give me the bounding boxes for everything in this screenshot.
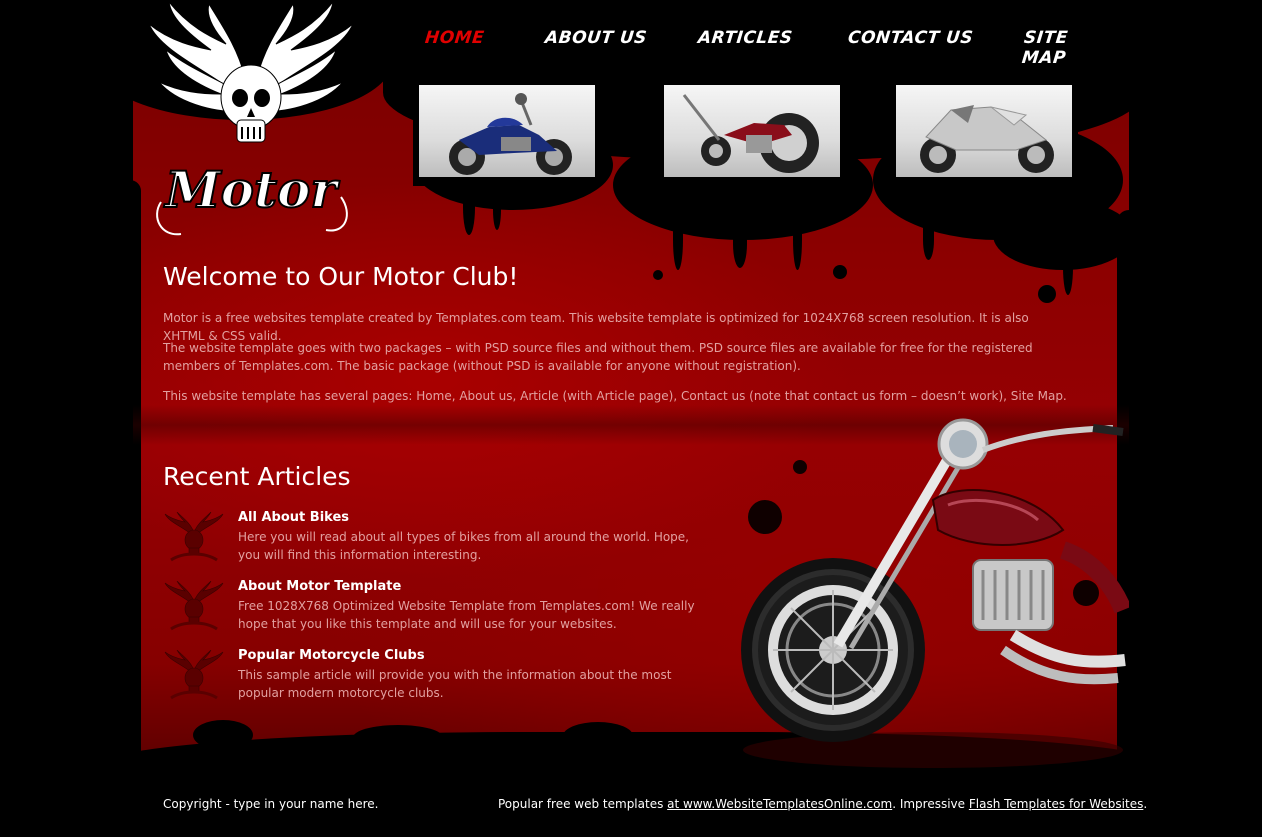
footer-flash-templates-link[interactable]: Flash Templates for Websites bbox=[969, 797, 1144, 811]
article-item: Popular Motorcycle Clubs This sample art… bbox=[163, 648, 703, 710]
welcome-paragraph: This website template has several pages:… bbox=[163, 389, 1067, 403]
winged-skull-thumb-icon[interactable] bbox=[163, 512, 225, 568]
nav-articles-link[interactable]: Articles bbox=[697, 28, 794, 48]
article-summary: Free 1028X768 Optimized Website Template… bbox=[238, 599, 695, 631]
winged-skull-logo[interactable]: Motor bbox=[141, 2, 361, 242]
footer-templates-link[interactable]: at www.WebsiteTemplatesOnline.com bbox=[667, 797, 892, 811]
nav-home-link[interactable]: Home bbox=[424, 28, 485, 48]
sport-motorcycle-photo bbox=[896, 85, 1072, 177]
welcome-paragraph: The website template goes with two packa… bbox=[163, 341, 1033, 373]
article-summary: This sample article will provide you wit… bbox=[238, 668, 672, 700]
article-title-link[interactable]: About Motor Template bbox=[238, 579, 401, 594]
page-container: Motor Home About Us Articles Contact Us … bbox=[93, 0, 1163, 837]
logo-text: Motor bbox=[163, 160, 340, 219]
sport-motorcycle-icon bbox=[920, 105, 1054, 173]
chopper-motorcycle-illustration bbox=[741, 418, 1129, 768]
winged-skull-thumb-icon[interactable] bbox=[163, 650, 225, 706]
chopper-motorcycle-icon bbox=[682, 94, 819, 173]
winged-skull-thumb-icon[interactable] bbox=[163, 581, 225, 637]
gallery-photo-frame[interactable] bbox=[658, 80, 846, 186]
article-title-link[interactable]: Popular Motorcycle Clubs bbox=[238, 648, 425, 663]
cruiser-motorcycle-photo bbox=[419, 85, 595, 177]
article-summary: Here you will read about all types of bi… bbox=[238, 530, 689, 562]
footer-credits-prefix: Popular free web templates bbox=[498, 797, 668, 811]
welcome-heading: Welcome to Our Motor Club! bbox=[163, 262, 519, 291]
footer-credits: Popular free web templates at www.Websit… bbox=[498, 797, 1147, 811]
article-title-link[interactable]: All About Bikes bbox=[238, 510, 349, 525]
recent-articles-heading: Recent Articles bbox=[163, 462, 351, 491]
nav-site-map-link[interactable]: Site Map bbox=[1021, 28, 1105, 68]
footer-credits-middle: . Impressive bbox=[892, 797, 969, 811]
footer-copyright: Copyright - type in your name here. bbox=[163, 797, 379, 811]
cruiser-motorcycle-icon bbox=[449, 93, 572, 175]
article-item: All About Bikes Here you will read about… bbox=[163, 510, 703, 572]
footer-credits-suffix: . bbox=[1143, 797, 1148, 811]
gallery-photo-frame[interactable] bbox=[413, 80, 601, 186]
chopper-motorcycle-photo bbox=[664, 85, 840, 177]
gallery-photo-frame[interactable] bbox=[890, 80, 1078, 186]
nav-contact-us-link[interactable]: Contact Us bbox=[847, 28, 974, 48]
nav-about-us-link[interactable]: About Us bbox=[544, 28, 648, 48]
main-navigation: Home About Us Articles Contact Us Site M… bbox=[423, 28, 1103, 68]
article-item: About Motor Template Free 1028X768 Optim… bbox=[163, 579, 703, 641]
